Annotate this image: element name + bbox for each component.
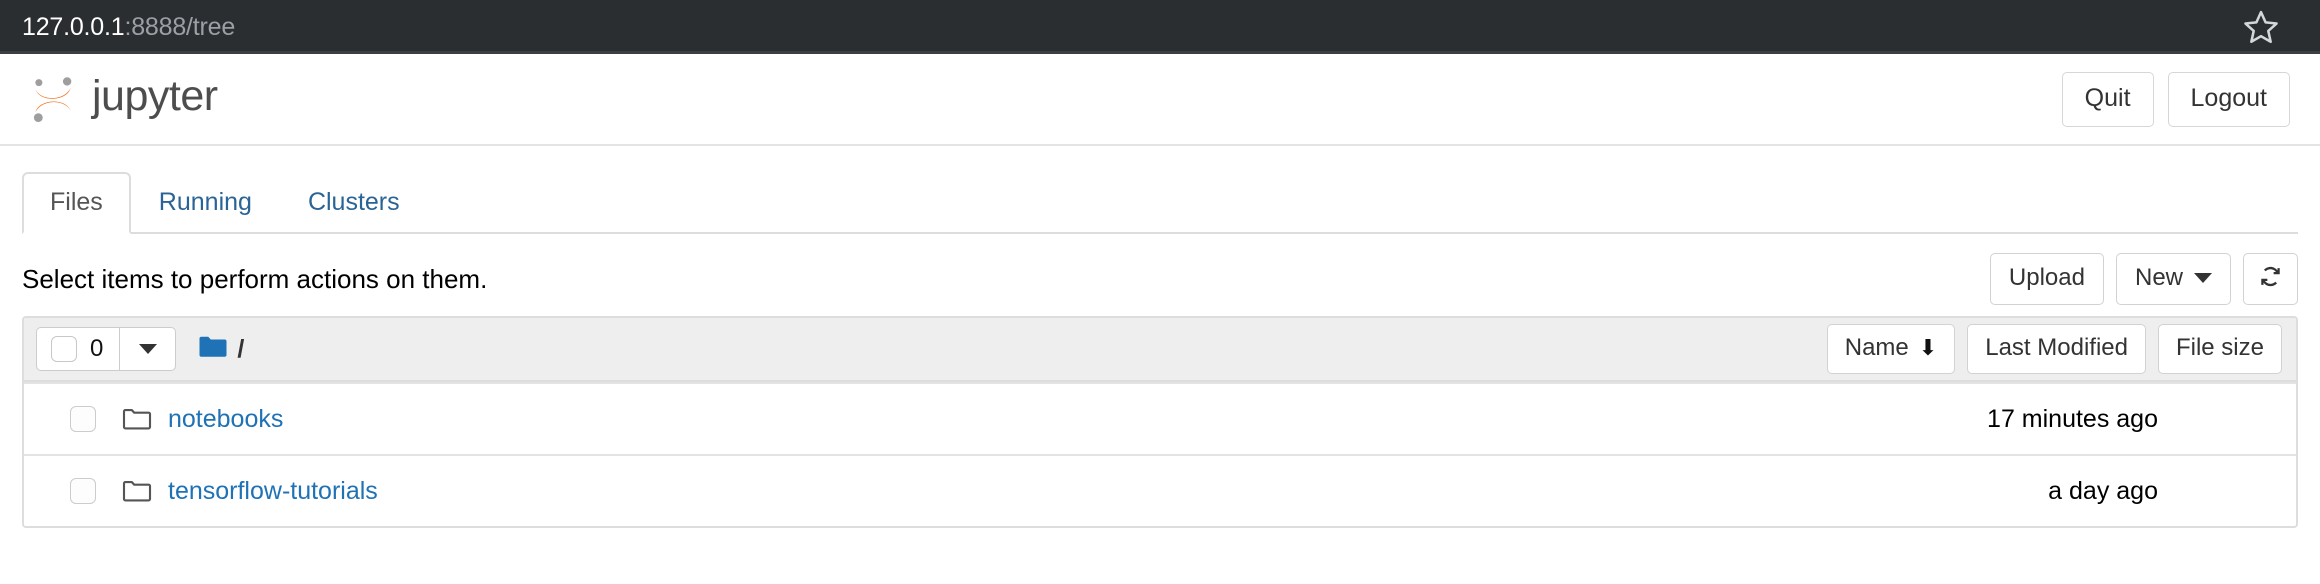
new-button-label: New (2134, 264, 2183, 291)
file-list: 0 / Name ⬇ Last Modified File size noteb… (22, 316, 2298, 528)
tab-files[interactable]: Files (22, 172, 131, 234)
arrow-down-icon: ⬇ (1918, 335, 1938, 360)
browser-url-bar: 127.0.0.1:8888/tree (0, 0, 2320, 54)
sort-by-name-button[interactable]: Name ⬇ (1826, 324, 1956, 374)
new-button[interactable]: New (2115, 253, 2231, 305)
action-buttons: Upload New (1989, 253, 2298, 305)
selection-hint: Select items to perform actions on them. (22, 264, 488, 294)
tab-clusters[interactable]: Clusters (280, 172, 428, 234)
folder-filled-icon (198, 334, 228, 365)
header-actions: Quit Logout (2061, 71, 2290, 127)
sort-by-modified-button[interactable]: Last Modified (1967, 324, 2146, 374)
star-outline-icon (2242, 8, 2280, 46)
checkbox-icon[interactable] (70, 478, 96, 504)
logout-button[interactable]: Logout (2167, 71, 2290, 127)
last-modified-value: a day ago (2048, 476, 2158, 505)
sort-name-label: Name (1844, 334, 1909, 361)
file-list-header: 0 / Name ⬇ Last Modified File size (24, 318, 2296, 382)
sort-by-size-button[interactable]: File size (2157, 324, 2282, 374)
app-header: jupyter Quit Logout (0, 54, 2320, 146)
upload-button[interactable]: Upload (1989, 253, 2104, 305)
select-all-dropdown-button[interactable] (120, 327, 177, 371)
checkbox-icon[interactable] (51, 336, 77, 362)
url-text[interactable]: 127.0.0.1:8888/tree (22, 13, 235, 42)
sort-buttons: Name ⬇ Last Modified File size (1826, 324, 2296, 374)
tab-bar: Files Running Clusters (0, 172, 2320, 234)
checkbox-icon[interactable] (70, 406, 96, 432)
url-host: 127.0.0.1 (22, 12, 125, 41)
chevron-down-icon (2194, 273, 2212, 283)
select-all-button[interactable]: 0 (36, 327, 121, 371)
refresh-button[interactable] (2243, 253, 2298, 305)
selected-count: 0 (90, 335, 104, 362)
table-row[interactable]: tensorflow-tutorials a day ago (24, 454, 2296, 526)
last-modified-value: 17 minutes ago (1987, 404, 2158, 433)
table-row[interactable]: notebooks 17 minutes ago (24, 382, 2296, 454)
upload-button-label: Upload (2008, 264, 2085, 291)
select-all-group: 0 (36, 327, 177, 371)
file-link[interactable]: notebooks (168, 406, 283, 432)
quit-button[interactable]: Quit (2061, 71, 2154, 127)
file-link[interactable]: tensorflow-tutorials (168, 478, 378, 504)
jupyter-logo-icon (28, 73, 78, 125)
refresh-icon (2257, 263, 2284, 295)
bookmark-button[interactable] (2202, 0, 2320, 54)
folder-outline-icon (122, 406, 152, 432)
brand-name: jupyter (92, 72, 218, 120)
folder-outline-icon (122, 478, 152, 504)
brand-logo-link[interactable]: jupyter (28, 73, 218, 125)
url-path: :8888/tree (124, 12, 236, 41)
action-bar: Select items to perform actions on them.… (0, 234, 2320, 305)
breadcrumb: / (198, 334, 244, 365)
chevron-down-icon (138, 344, 157, 354)
tab-running[interactable]: Running (131, 172, 280, 234)
breadcrumb-root[interactable]: / (237, 336, 244, 362)
